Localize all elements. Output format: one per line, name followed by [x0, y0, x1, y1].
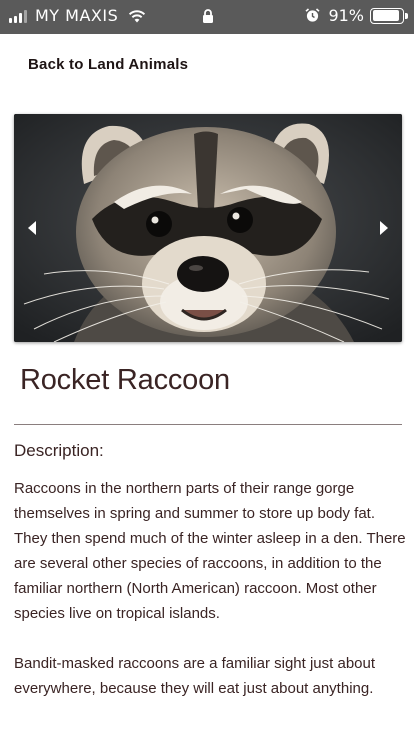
description-heading: Description:: [14, 441, 104, 460]
arrow-left-icon[interactable]: [24, 218, 40, 238]
battery-percent: 91%: [328, 6, 364, 25]
arrow-right-icon[interactable]: [376, 218, 392, 238]
wifi-icon: [129, 9, 146, 22]
signal-icon: [9, 9, 29, 23]
battery-icon: [370, 7, 408, 24]
raccoon-photo: [14, 114, 402, 342]
description-paragraph: Raccoons in the northern parts of their …: [14, 480, 406, 622]
carrier-name: MY MAXIS: [35, 6, 119, 25]
description-paragraph: Bandit-masked raccoons are a familiar si…: [14, 655, 376, 697]
animal-name-title: Rocket Raccoon: [20, 364, 230, 396]
image-carousel[interactable]: [14, 114, 402, 342]
alarm-icon: [305, 8, 320, 22]
battery-fill: [372, 10, 399, 21]
divider: [14, 424, 402, 425]
status-bar: MY MAXIS 91%: [0, 0, 414, 34]
back-to-land-animals-link[interactable]: Back to Land Animals: [28, 56, 188, 73]
description-body: Raccoons in the northern parts of their …: [14, 476, 406, 726]
status-left: MY MAXIS: [9, 6, 146, 25]
lock-icon: [203, 9, 213, 23]
status-right: 91%: [305, 6, 408, 25]
